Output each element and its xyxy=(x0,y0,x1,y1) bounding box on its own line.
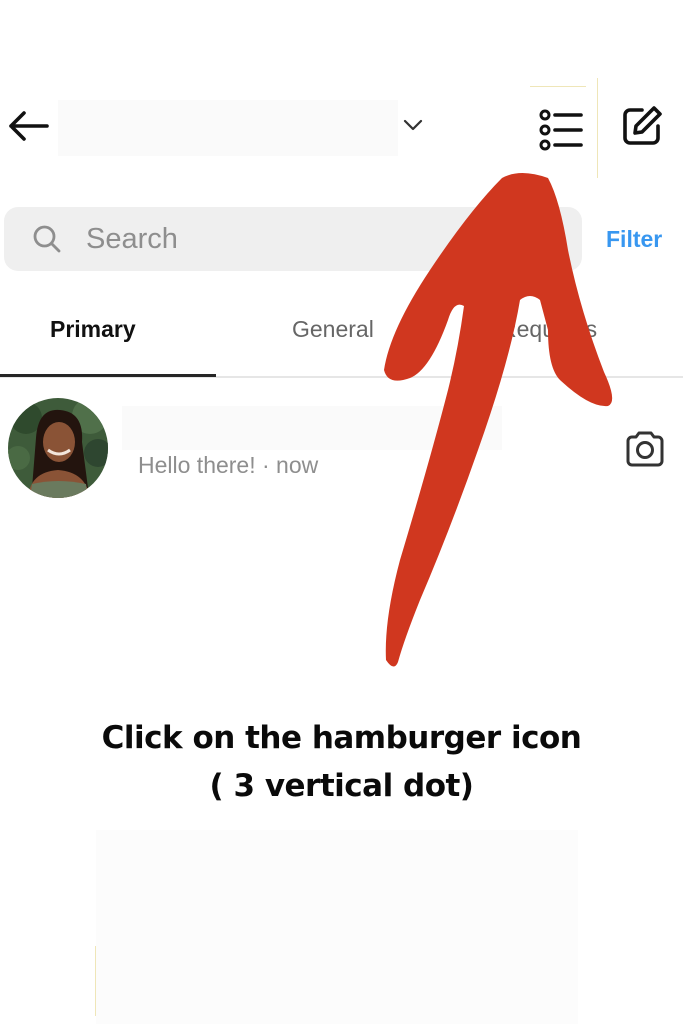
guide-line xyxy=(530,86,586,87)
list-icon xyxy=(539,108,583,157)
search-icon xyxy=(32,224,62,254)
chevron-down-icon xyxy=(402,118,424,137)
tab-general[interactable]: General xyxy=(292,316,374,343)
guide-line xyxy=(597,78,598,178)
tab-requests[interactable]: Requests xyxy=(500,316,597,343)
instruction-caption-detail: ( 3 vertical dot) xyxy=(209,768,474,804)
search-input[interactable]: Search xyxy=(4,207,582,271)
avatar xyxy=(8,398,108,498)
guide-line xyxy=(95,946,96,1016)
list-view-button[interactable] xyxy=(526,78,598,178)
arrow-left-icon xyxy=(7,110,49,147)
instruction-caption: Click on the hamburger icon xyxy=(101,720,582,756)
camera-icon xyxy=(624,430,666,473)
compose-icon xyxy=(620,104,664,153)
account-switcher-dropdown[interactable] xyxy=(398,110,428,144)
contact-name xyxy=(122,406,502,450)
blank-panel xyxy=(96,830,578,1024)
tab-primary[interactable]: Primary xyxy=(50,316,136,343)
filter-button[interactable]: Filter xyxy=(606,226,662,253)
account-name xyxy=(58,100,398,156)
conversation-row[interactable]: Hello there! · now xyxy=(0,392,683,510)
message-preview: Hello there! · now xyxy=(138,452,319,478)
active-tab-indicator xyxy=(0,374,216,377)
search-placeholder: Search xyxy=(86,222,178,255)
back-button[interactable] xyxy=(4,106,52,150)
compose-button[interactable] xyxy=(612,100,672,156)
camera-button[interactable] xyxy=(616,426,674,476)
